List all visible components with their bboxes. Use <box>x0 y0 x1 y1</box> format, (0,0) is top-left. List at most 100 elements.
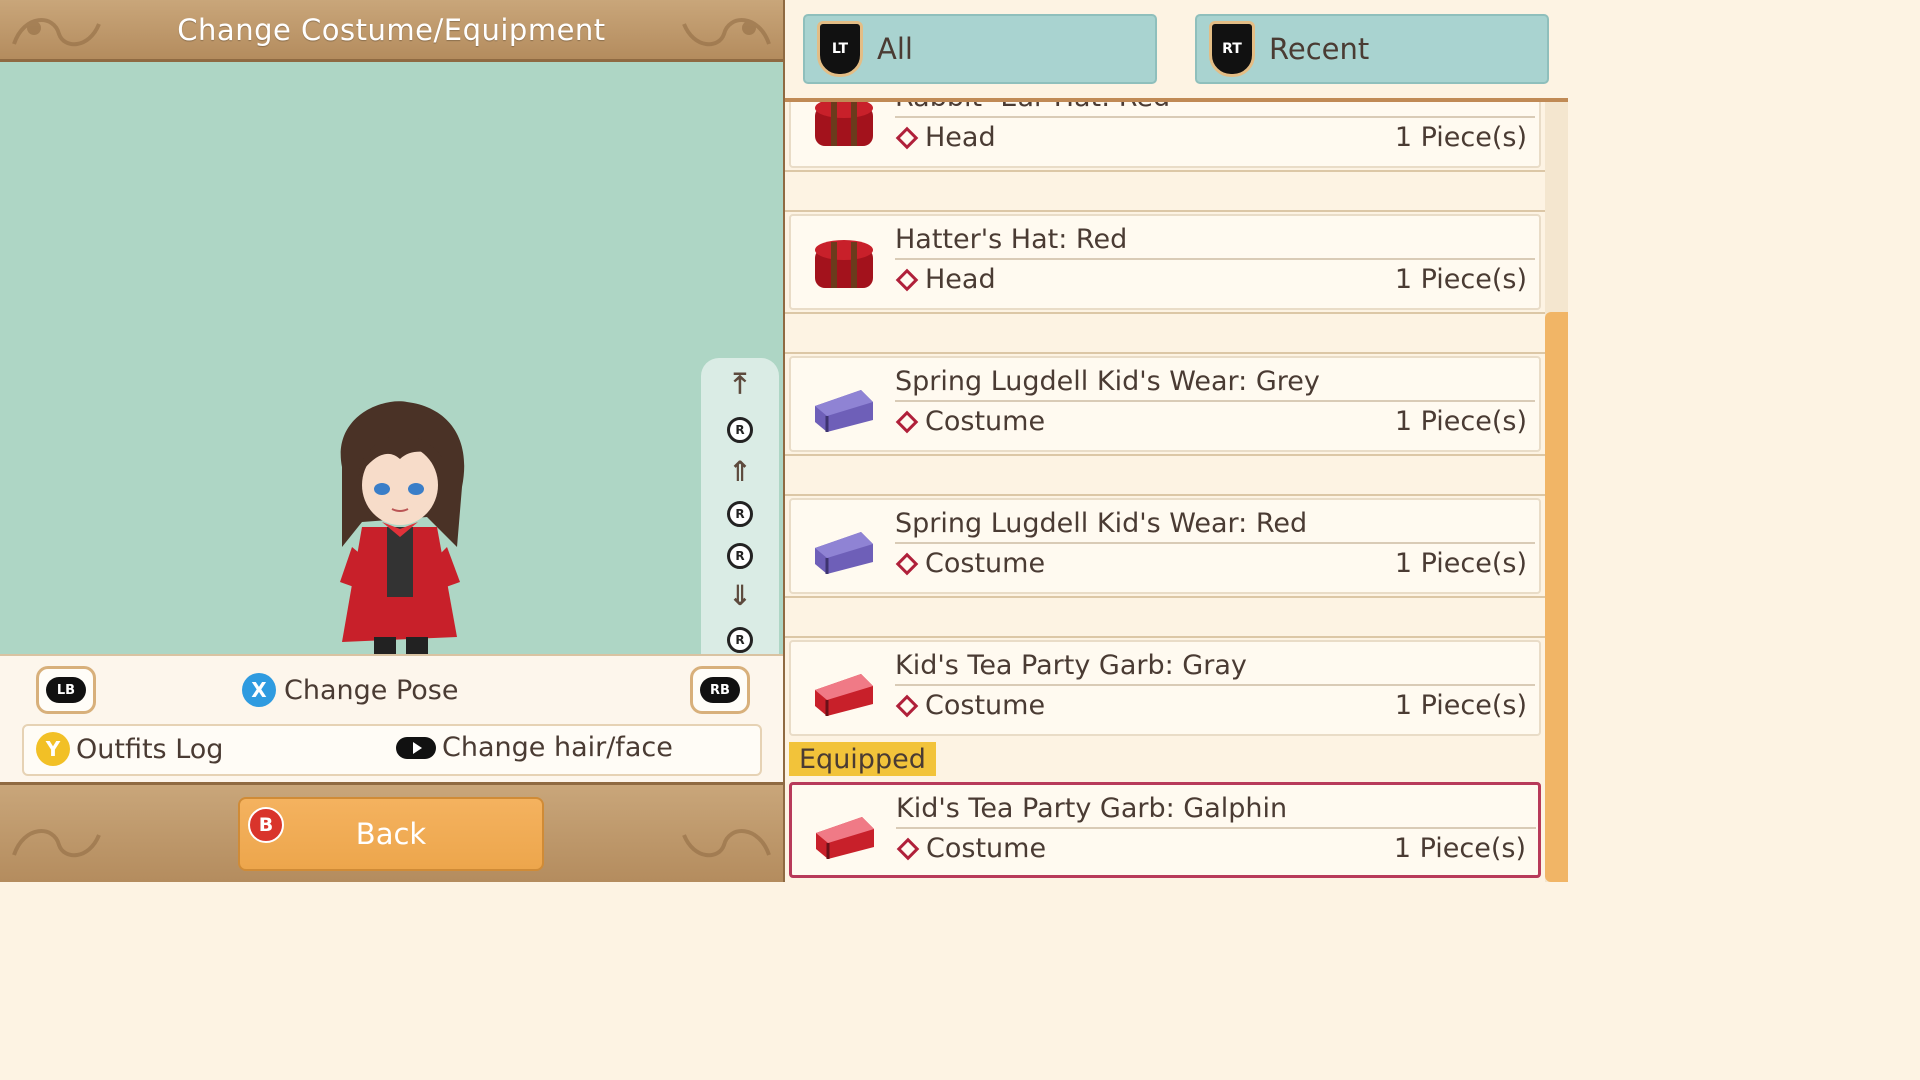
jump-top-button[interactable]: ⤒ <box>701 364 779 404</box>
item-name: Spring Lugdell Kid's Wear: Red <box>895 508 1308 539</box>
item-category: Costume <box>895 548 1046 579</box>
change-hair-face-button[interactable]: Change hair/face <box>396 732 673 763</box>
category-label: Costume <box>925 406 1046 437</box>
ornament-icon <box>682 18 771 47</box>
diamond-icon <box>895 126 919 149</box>
item-category: Costume <box>896 833 1047 864</box>
divider <box>895 542 1535 544</box>
list-item[interactable]: Spring Lugdell Kid's Wear: Grey Costume … <box>789 356 1541 452</box>
item-name: Spring Lugdell Kid's Wear: Grey <box>895 366 1320 397</box>
tab-bar: LT All RT Recent <box>785 0 1568 102</box>
row-separator <box>785 312 1545 354</box>
item-quantity: 1 Piece(s) <box>1393 833 1526 864</box>
item-name: Kid's Tea Party Garb: Galphin <box>896 793 1288 824</box>
y-button-icon: Y <box>36 732 70 766</box>
lb-icon: LB <box>46 677 86 703</box>
b-button-icon: B <box>248 807 284 843</box>
move-up-button[interactable]: ⇑ <box>701 452 779 492</box>
rt-icon: RT <box>1209 21 1255 77</box>
category-label: Head <box>925 122 996 153</box>
rb-button[interactable]: RB <box>690 666 750 714</box>
category-label: Head <box>925 264 996 295</box>
move-down-button[interactable]: ⇓ <box>701 576 779 616</box>
tab-label: All <box>877 32 913 66</box>
item-list[interactable]: Rabbit- Ear Hat: Red Head 1 Piece(s) Hat… <box>785 102 1545 882</box>
scrollbar-thumb[interactable] <box>1545 312 1568 882</box>
row-separator <box>785 454 1545 496</box>
character-preview[interactable]: ⤒ R ⇑ R R ⇓ R ⤓ <box>0 62 783 710</box>
diamond-icon <box>895 694 919 717</box>
preview-panel: Change Costume/Equipment ⤒ R ⇑ R R ⇓ R L… <box>0 0 783 882</box>
lt-icon: LT <box>817 21 863 77</box>
row-separator <box>785 596 1545 638</box>
lb-button[interactable]: LB <box>36 666 96 714</box>
item-category: Head <box>895 264 996 295</box>
r-stick-icon: R <box>727 627 753 653</box>
item-quantity: 1 Piece(s) <box>1394 548 1527 579</box>
x-button-icon: X <box>242 673 276 707</box>
change-pose-button[interactable]: X Change Pose <box>242 670 458 710</box>
rotate-right-button[interactable]: R <box>701 536 779 576</box>
item-category: Costume <box>895 406 1046 437</box>
item-quantity: 1 Piece(s) <box>1394 690 1527 721</box>
outfits-log-label: Outfits Log <box>76 733 224 765</box>
r-stick-icon: R <box>727 417 753 443</box>
diamond-icon <box>895 552 919 575</box>
category-label: Costume <box>925 548 1046 579</box>
item-category: Costume <box>895 690 1046 721</box>
r-stick-icon: R <box>727 501 753 527</box>
diamond-icon <box>895 410 919 433</box>
hatbox-red-icon <box>815 102 873 146</box>
page-title: Change Costume/Equipment <box>177 12 606 47</box>
category-label: Costume <box>925 690 1046 721</box>
title-bar: Change Costume/Equipment <box>0 0 783 62</box>
rb-icon: RB <box>700 677 740 703</box>
tab-recent[interactable]: RT Recent <box>1195 14 1549 84</box>
item-quantity: 1 Piece(s) <box>1394 406 1527 437</box>
double-chevron-down-icon: ⇓ <box>728 579 752 612</box>
r-stick-icon: R <box>727 543 753 569</box>
hatbox-red-icon <box>815 240 873 288</box>
ornament-icon <box>682 829 771 858</box>
back-label: Back <box>355 817 427 851</box>
list-item[interactable]: Kid's Tea Party Garb: Gray Costume 1 Pie… <box>789 640 1541 736</box>
options-strip: Y Outfits Log Change hair/face <box>22 724 762 776</box>
outfits-log-button[interactable]: Y Outfits Log <box>36 732 223 766</box>
stick-icon <box>396 736 436 759</box>
diamond-icon <box>895 268 919 291</box>
category-label: Costume <box>926 833 1047 864</box>
item-quantity: 1 Piece(s) <box>1394 122 1527 153</box>
tab-label: Recent <box>1269 32 1370 66</box>
list-item-equipped[interactable]: Kid's Tea Party Garb: Galphin Costume 1 … <box>789 782 1541 878</box>
character-avatar <box>340 401 465 688</box>
ornament-icon <box>12 18 101 47</box>
divider <box>895 258 1535 260</box>
change-hair-face-label: Change hair/face <box>442 732 673 763</box>
suitcase-pink-icon <box>815 674 873 716</box>
inventory-panel: LT All RT Recent Rabbit- Ear Hat: Red <box>785 0 1568 882</box>
item-name: Kid's Tea Party Garb: Gray <box>895 650 1247 681</box>
list-item[interactable]: Spring Lugdell Kid's Wear: Red Costume 1… <box>789 498 1541 594</box>
divider <box>896 827 1536 829</box>
divider <box>895 400 1535 402</box>
rotate-up-button[interactable]: R <box>701 410 779 450</box>
row-separator <box>785 170 1545 212</box>
footer-bar: B Back <box>0 782 783 882</box>
item-category: Head <box>895 122 996 153</box>
rotate-left-button[interactable]: R <box>701 494 779 534</box>
item-name: Rabbit- Ear Hat: Red <box>895 102 1170 113</box>
scrollbar[interactable] <box>1545 102 1568 882</box>
control-bar: LB X Change Pose RB Y Outfits Log Change… <box>0 654 783 782</box>
tab-all[interactable]: LT All <box>803 14 1157 84</box>
chevron-top-icon: ⤒ <box>733 367 747 400</box>
item-name: Hatter's Hat: Red <box>895 224 1128 255</box>
double-chevron-up-icon: ⇑ <box>728 455 752 488</box>
suitcase-purple-icon <box>815 390 873 432</box>
list-item[interactable]: Hatter's Hat: Red Head 1 Piece(s) <box>789 214 1541 310</box>
back-button[interactable]: B Back <box>238 797 544 871</box>
change-pose-label: Change Pose <box>284 674 459 706</box>
item-quantity: 1 Piece(s) <box>1394 264 1527 295</box>
suitcase-pink-icon <box>816 817 874 859</box>
list-item[interactable]: Rabbit- Ear Hat: Red Head 1 Piece(s) <box>789 102 1541 168</box>
ornament-icon <box>12 829 101 858</box>
